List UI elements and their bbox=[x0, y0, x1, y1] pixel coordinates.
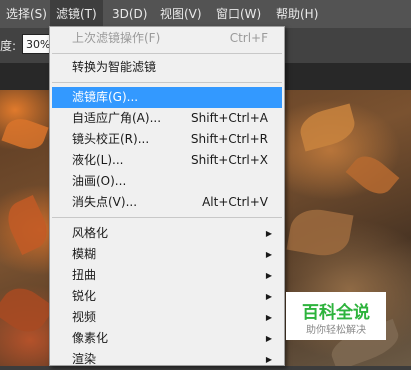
menu-item-label: 像素化 bbox=[72, 331, 109, 345]
submenu-arrow-icon: ▶ bbox=[265, 250, 272, 259]
menu-item-shortcut: Ctrl+F bbox=[229, 31, 268, 45]
menu-separator bbox=[52, 53, 282, 54]
menu-item-label: 模糊 bbox=[72, 247, 97, 261]
submenu-arrow-icon: ▶ bbox=[265, 355, 272, 364]
menu-item-lens-correction[interactable]: 镜头校正(R)... Shift+Ctrl+R bbox=[52, 129, 282, 150]
menu-separator bbox=[52, 82, 282, 83]
menu-item-last-filter: 上次滤镜操作(F) Ctrl+F bbox=[52, 28, 282, 49]
menu-item-shortcut: Shift+Ctrl+X bbox=[191, 153, 268, 167]
menu-item-filter-gallery[interactable]: 滤镜库(G)... bbox=[52, 87, 282, 108]
menu-item-render[interactable]: 渲染 ▶ bbox=[52, 349, 282, 370]
menu-item-label: 消失点(V)... bbox=[72, 195, 138, 209]
submenu-arrow-icon: ▶ bbox=[265, 229, 272, 238]
menu-item-stylize[interactable]: 风格化 ▶ bbox=[52, 223, 282, 244]
menu-bar: 选择(S) 滤镜(T) 3D(D) 视图(V) 窗口(W) 帮助(H) bbox=[0, 0, 411, 28]
menu-item-sharpen[interactable]: 锐化 ▶ bbox=[52, 286, 282, 307]
filter-menu: 上次滤镜操作(F) Ctrl+F 转换为智能滤镜 滤镜库(G)... 自适应广角… bbox=[49, 26, 285, 366]
menu-item-shortcut: Shift+Ctrl+A bbox=[191, 111, 268, 125]
menu-item-label: 风格化 bbox=[72, 226, 109, 240]
menu-item-label: 油画(O)... bbox=[72, 174, 127, 188]
menu-item-label: 自适应广角(A)... bbox=[72, 111, 162, 125]
menu-select[interactable]: 选择(S) bbox=[0, 0, 53, 28]
watermark-subtitle: 助你轻松解决 bbox=[306, 325, 366, 336]
menu-item-shortcut: Shift+Ctrl+R bbox=[190, 132, 268, 146]
menu-item-adaptive-wide-angle[interactable]: 自适应广角(A)... Shift+Ctrl+A bbox=[52, 108, 282, 129]
menu-item-blur[interactable]: 模糊 ▶ bbox=[52, 244, 282, 265]
menu-item-label: 液化(L)... bbox=[72, 153, 124, 167]
menu-separator bbox=[52, 217, 282, 218]
menu-item-liquify[interactable]: 液化(L)... Shift+Ctrl+X bbox=[52, 150, 282, 171]
menu-item-shortcut: Alt+Ctrl+V bbox=[202, 195, 268, 209]
submenu-arrow-icon: ▶ bbox=[265, 313, 272, 322]
menu-item-label: 扭曲 bbox=[72, 268, 97, 282]
menu-help[interactable]: 帮助(H) bbox=[270, 0, 324, 28]
submenu-arrow-icon: ▶ bbox=[265, 334, 272, 343]
submenu-arrow-icon: ▶ bbox=[265, 271, 272, 280]
menu-item-label: 锐化 bbox=[72, 289, 97, 303]
watermark-title: 百科全说 bbox=[302, 303, 370, 323]
watermark-logo: 百科全说 助你轻松解决 bbox=[286, 292, 386, 340]
submenu-arrow-icon: ▶ bbox=[265, 292, 272, 301]
menu-item-oil-paint[interactable]: 油画(O)... bbox=[52, 171, 282, 192]
menu-window[interactable]: 窗口(W) bbox=[210, 0, 267, 28]
menu-item-label: 上次滤镜操作(F) bbox=[72, 31, 161, 45]
menu-item-distort[interactable]: 扭曲 ▶ bbox=[52, 265, 282, 286]
menu-item-label: 滤镜库(G)... bbox=[72, 90, 139, 104]
menu-item-label: 转换为智能滤镜 bbox=[72, 60, 157, 74]
menu-item-convert-smart-filter[interactable]: 转换为智能滤镜 bbox=[52, 57, 282, 78]
menu-3d[interactable]: 3D(D) bbox=[106, 0, 153, 28]
menu-item-label: 渲染 bbox=[72, 352, 97, 366]
menu-item-label: 镜头校正(R)... bbox=[72, 132, 150, 146]
menu-item-label: 视频 bbox=[72, 310, 97, 324]
menu-item-video[interactable]: 视频 ▶ bbox=[52, 307, 282, 328]
menu-item-pixelate[interactable]: 像素化 ▶ bbox=[52, 328, 282, 349]
menu-view[interactable]: 视图(V) bbox=[154, 0, 208, 28]
option-label: 度: bbox=[0, 39, 17, 53]
menu-item-vanishing-point[interactable]: 消失点(V)... Alt+Ctrl+V bbox=[52, 192, 282, 213]
menu-filter[interactable]: 滤镜(T) bbox=[50, 0, 103, 28]
